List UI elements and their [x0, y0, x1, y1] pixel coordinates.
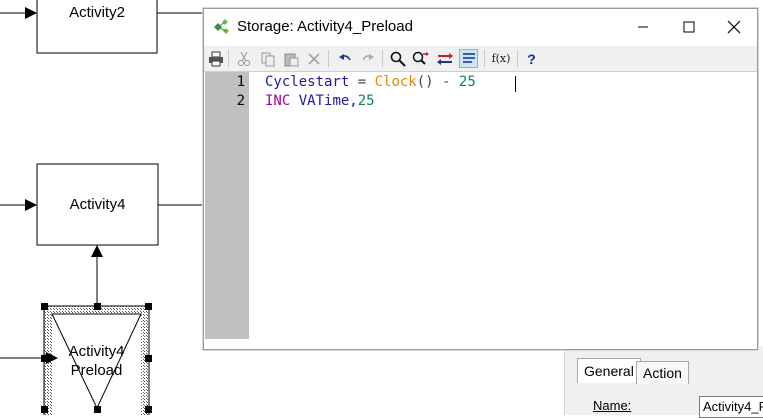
toolbar-separator: [517, 50, 518, 67]
find-icon: [390, 51, 406, 67]
line-number: 1: [236, 74, 245, 90]
window-title: Storage: Activity4_Preload: [237, 18, 413, 35]
arrow-head: [91, 245, 103, 257]
line-number-gutter: 1 2: [205, 72, 249, 339]
toolbar-separator: [484, 50, 485, 67]
storage-window: Storage: Activity4_Preload f(x) ? 1 2 Cy…: [203, 8, 758, 350]
help-icon: ?: [527, 50, 536, 67]
toggle-button[interactable]: [435, 49, 454, 68]
code-token: INC: [265, 93, 291, 109]
code-editor[interactable]: 1 2 Cyclestart = Clock() - 25 INC VATime…: [204, 72, 757, 349]
code-line-1[interactable]: Cyclestart = Clock() - 25: [265, 74, 476, 90]
redo-button[interactable]: [358, 49, 377, 68]
code-token: () -: [416, 74, 459, 90]
paste-icon: [284, 53, 298, 66]
close-button[interactable]: [711, 9, 757, 45]
minimize-icon: [638, 26, 648, 28]
cut-button[interactable]: [234, 49, 253, 68]
code-token: VATime,: [290, 93, 358, 109]
model-icon: [214, 19, 229, 34]
tab-action[interactable]: Action: [636, 361, 689, 384]
editor-toolbar: f(x) ?: [204, 46, 757, 72]
replace-icon: [412, 51, 429, 65]
redo-icon: [361, 53, 374, 60]
line-number: 2: [236, 93, 245, 109]
code-token: 25: [458, 74, 476, 90]
code-line-2[interactable]: INC VATime,25: [265, 93, 375, 109]
print-button[interactable]: [206, 49, 225, 68]
replace-button[interactable]: [411, 49, 430, 68]
copy-icon: [261, 52, 274, 66]
help-button[interactable]: ?: [522, 49, 541, 68]
print-icon: [208, 51, 223, 66]
find-button[interactable]: [388, 49, 407, 68]
function-button[interactable]: f(x): [490, 49, 512, 68]
format-icon: [462, 52, 475, 63]
text-caret: [515, 76, 516, 92]
code-token: Clock: [374, 74, 417, 90]
title-bar[interactable]: Storage: Activity4_Preload: [204, 9, 757, 45]
delete-button[interactable]: [304, 49, 323, 68]
activity4-preload-label-line2: Preload: [70, 362, 123, 379]
name-label: Name:: [593, 398, 632, 413]
format-button[interactable]: [459, 49, 478, 68]
code-token: 25: [357, 93, 375, 109]
arrow-head: [25, 199, 37, 211]
maximize-button[interactable]: [666, 9, 712, 45]
close-icon: [727, 20, 741, 34]
toolbar-separator: [382, 50, 383, 67]
activity4-preload-label-line1: Activity4: [68, 343, 125, 360]
tab-general[interactable]: General: [577, 358, 641, 383]
properties-panel: General Action Name: Activity4_Preload: [564, 346, 763, 418]
toolbar-separator: [328, 50, 329, 67]
minimize-button[interactable]: [620, 9, 666, 45]
activity2-label: Activity2: [69, 4, 125, 21]
toggle-icon: [436, 52, 453, 65]
copy-button[interactable]: [258, 49, 277, 68]
toolbar-separator: [228, 50, 229, 67]
cut-icon: [237, 51, 250, 66]
maximize-icon: [683, 21, 695, 33]
arrow-head: [25, 7, 37, 19]
undo-icon: [338, 53, 351, 60]
activity4-label: Activity4: [69, 196, 126, 213]
delete-icon: [307, 52, 320, 65]
code-token: =: [349, 74, 375, 90]
function-icon: f(x): [491, 52, 511, 65]
code-token: Cyclestart: [265, 74, 350, 90]
undo-button[interactable]: [335, 49, 354, 68]
paste-button[interactable]: [281, 49, 300, 68]
